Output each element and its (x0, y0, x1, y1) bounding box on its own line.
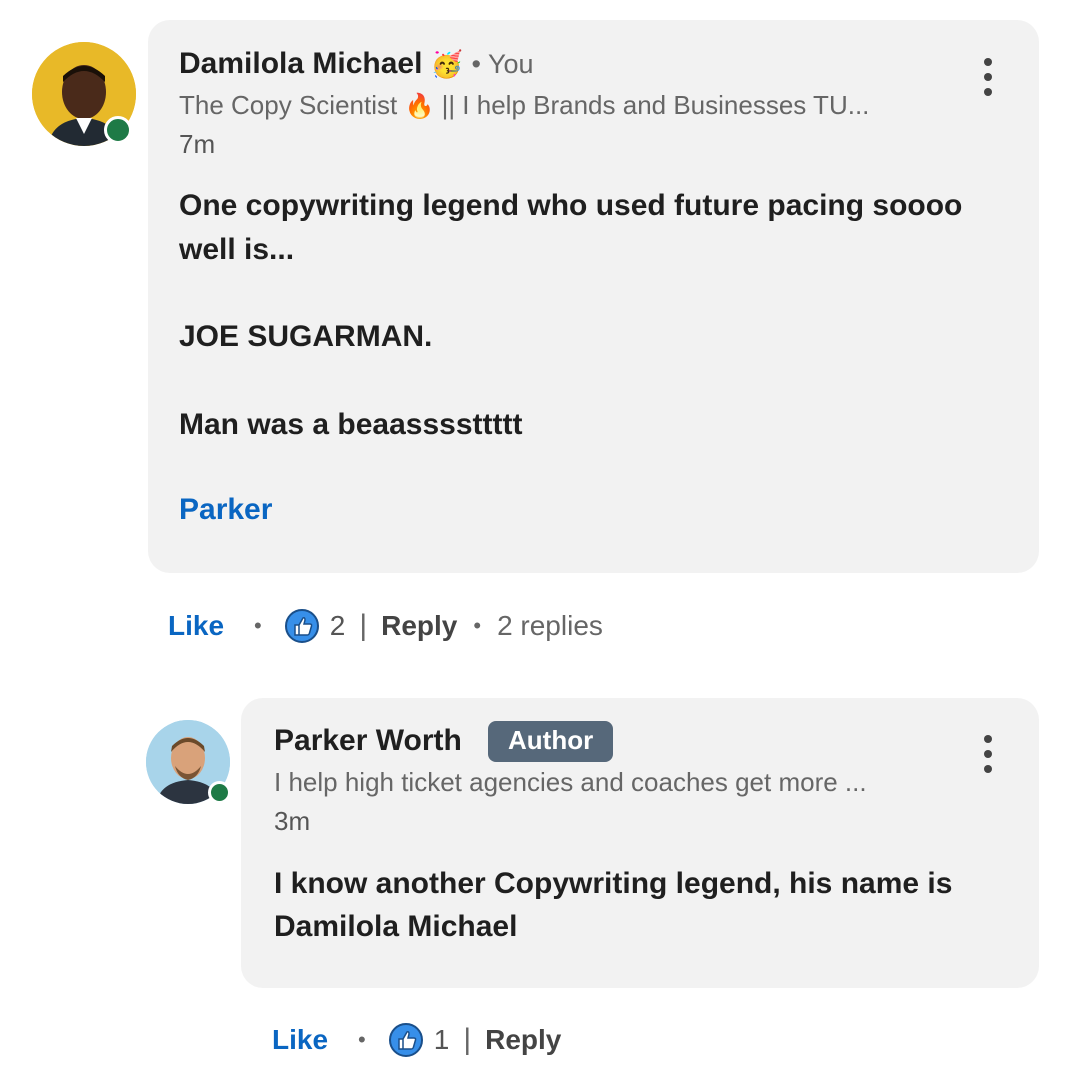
comment-body-line: One copywriting legend who used future p… (179, 189, 963, 222)
reply-button[interactable]: Reply (381, 610, 457, 642)
reply-author-name[interactable]: Parker Worth (274, 724, 462, 758)
like-button[interactable]: Like (168, 610, 224, 642)
like-button[interactable]: Like (272, 1024, 328, 1056)
comment-actions: Like • 2 | Reply • 2 replies (168, 608, 603, 644)
divider: | (463, 1023, 472, 1056)
comment-timestamp: 7m (179, 129, 216, 159)
more-options-icon[interactable] (978, 58, 998, 96)
avatar-parker[interactable] (146, 720, 231, 804)
reply-button[interactable]: Reply (485, 1024, 561, 1056)
separator-dot: • (473, 613, 482, 638)
online-status-dot (104, 116, 132, 144)
fire-icon: 🔥 (404, 93, 435, 120)
author-badge: Author (488, 721, 614, 762)
like-reaction-icon[interactable] (388, 1022, 424, 1058)
you-label: • You (471, 49, 534, 79)
separator-dot: • (254, 613, 262, 638)
like-reaction-icon[interactable] (284, 608, 320, 644)
reply-actions: Like • 1 | Reply (272, 1022, 561, 1058)
divider: | (359, 609, 368, 642)
party-emoji-icon: 🥳 (430, 49, 464, 79)
reply-body-line: Damilola Michael (274, 910, 518, 943)
reaction-count: 2 (329, 610, 346, 641)
reply-body-line: I know another Copywriting legend, his n… (274, 867, 953, 900)
comment-author-name[interactable]: Damilola Michael 🥳 • You (179, 47, 534, 81)
avatar-damilola[interactable] (32, 42, 136, 146)
reply-timestamp: 3m (274, 806, 311, 836)
mention-link[interactable]: Parker (179, 493, 272, 527)
comment-author-headline: The Copy Scientist 🔥 || I help Brands an… (179, 90, 870, 120)
online-status-dot (208, 781, 231, 804)
comment-body-line: well is... (179, 233, 295, 266)
comment-body-line: JOE SUGARMAN. (179, 320, 433, 353)
separator-dot: • (358, 1027, 366, 1052)
reaction-count: 1 (433, 1024, 450, 1055)
more-options-icon[interactable] (978, 735, 998, 773)
reply-author-headline: I help high ticket agencies and coaches … (274, 767, 867, 797)
comment-body-line: Man was a beaassssttttt (179, 408, 523, 441)
view-replies-link[interactable]: 2 replies (497, 610, 603, 642)
